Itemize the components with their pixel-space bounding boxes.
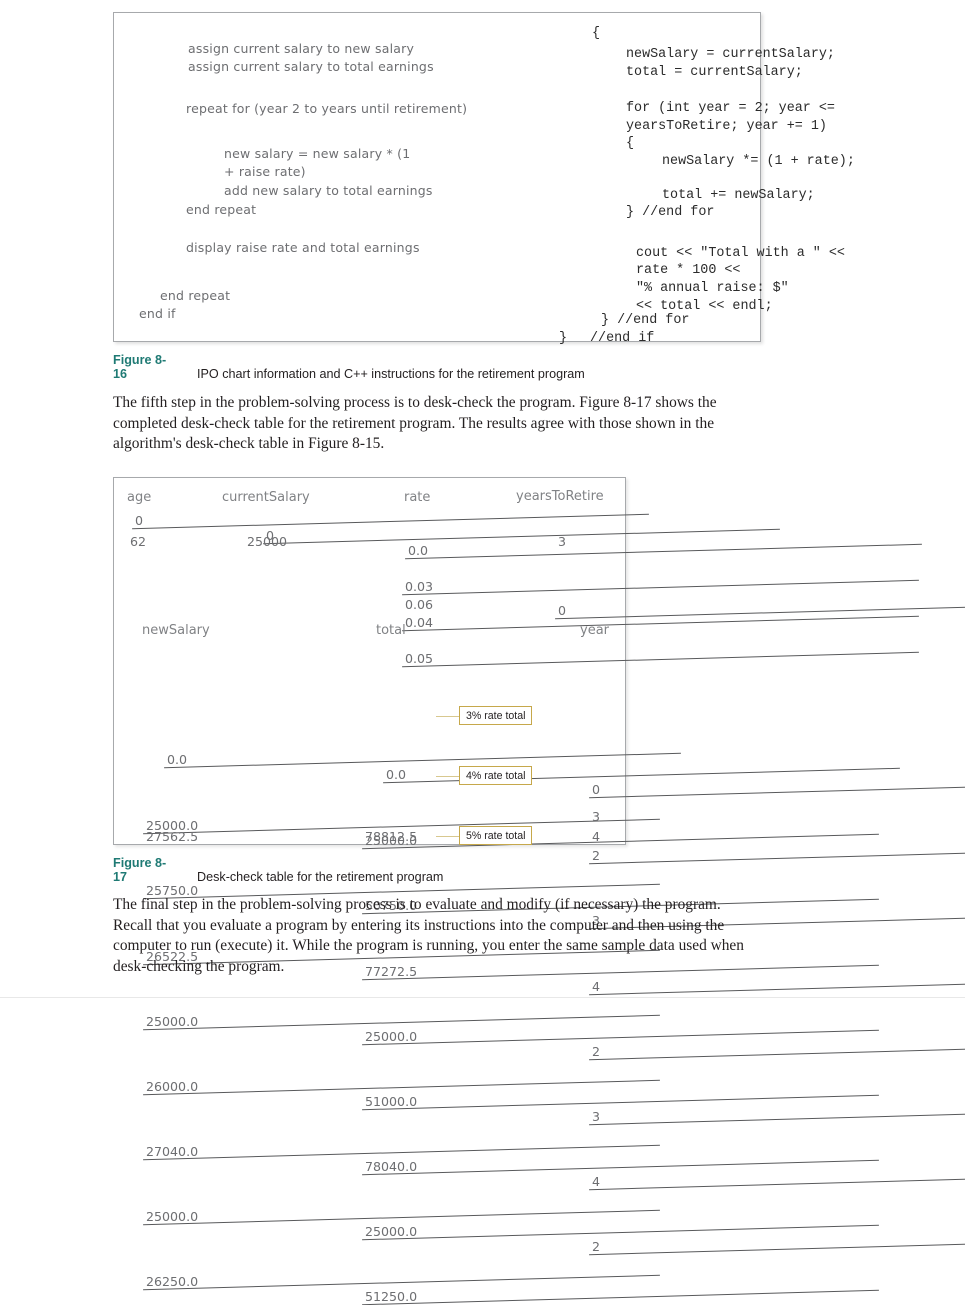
callout-leader-line xyxy=(436,716,459,717)
column-header-age: age xyxy=(127,490,152,505)
cell-newsalary: 27040.0 xyxy=(146,1144,657,1159)
pseudocode-line: end repeat xyxy=(186,202,257,217)
figure-8-17-caption: Figure 8-17 Desk-check table for the reti… xyxy=(113,856,443,884)
column-header-rate: rate xyxy=(404,490,431,505)
column-header-yearstoretire: yearsToRetire xyxy=(516,489,604,504)
pseudocode-line: new salary = new salary * (1 xyxy=(224,146,411,161)
cell-year: 2 xyxy=(592,1239,965,1254)
pseudocode-line: end if xyxy=(139,306,176,321)
cell-newsalary: 26000.0 xyxy=(146,1079,657,1094)
cell-year: 0 xyxy=(592,782,965,797)
cell-newsalary: 0.0 xyxy=(167,752,678,767)
code-line: newSalary *= (1 + rate); xyxy=(662,154,855,169)
code-line: total += newSalary; xyxy=(662,188,815,203)
figure-8-16-caption-text: IPO chart information and C++ instructio… xyxy=(197,367,585,381)
code-line: } //end for xyxy=(601,313,690,328)
figure-8-16-caption: Figure 8-16 IPO chart information and C++… xyxy=(113,353,585,381)
cell-year: 3 xyxy=(592,1109,965,1124)
code-line: cout << "Total with a " << xyxy=(636,246,845,261)
pseudocode-line: display raise rate and total earnings xyxy=(186,240,420,255)
figure-8-16-caption-label: Figure 8-16 xyxy=(113,353,167,381)
pseudocode-line: assign current salary to total earnings xyxy=(188,59,434,74)
cell-total: 51250.0 xyxy=(365,1289,876,1304)
figure-8-17-desk-check-table: age currentSalary rate yearsToRetire 0 6… xyxy=(113,477,626,1304)
code-line: } xyxy=(559,331,568,346)
cpp-code-column: { newSalary = currentSalary; total = cur… xyxy=(466,13,855,346)
code-line: { xyxy=(592,26,601,41)
cell-total: 25000.0 xyxy=(365,1224,876,1239)
cell-rate: 0.06 xyxy=(405,597,434,612)
cell-currentsalary: 0 xyxy=(266,528,777,543)
cell-year: 3 xyxy=(592,809,601,824)
cell-age: 0 xyxy=(135,513,646,528)
paragraph-evaluate-modify: The final step in the problem-solving pr… xyxy=(113,896,744,975)
pseudocode-line: assign current salary to new salary xyxy=(188,41,415,56)
pseudocode-line: add new salary to total earnings xyxy=(224,183,433,198)
cell-rate: 0.05 xyxy=(405,651,916,666)
pseudocode-line: repeat for (year 2 to years until retire… xyxy=(186,101,468,116)
cell-total: 25000.0 xyxy=(365,1029,876,1044)
cell-total: 78812.5 xyxy=(365,829,418,844)
code-line: for (int year = 2; year <= xyxy=(626,101,835,116)
cell-rate: 0.03 xyxy=(405,579,916,594)
cell-yearstoretire: 0 xyxy=(558,603,965,618)
column-header-currentsalary: currentSalary xyxy=(222,490,310,505)
pseudocode-line: + raise rate) xyxy=(224,164,306,179)
cell-yearstoretire: 3 xyxy=(558,534,567,549)
paragraph-desk-check-intro: The fifth step in the problem-solving pr… xyxy=(113,394,717,452)
column-header-total: total xyxy=(376,623,406,638)
pseudocode-column: assign current salary to new salary assi… xyxy=(114,13,468,341)
column-header-newsalary: newSalary xyxy=(142,623,210,638)
callout-5-percent-rate-total: 5% rate total xyxy=(459,826,533,845)
callout-leader-line xyxy=(436,776,459,777)
code-line: total = currentSalary; xyxy=(626,65,803,80)
figure-8-17-caption-text: Desk-check table for the retirement prog… xyxy=(197,870,444,884)
page-bottom-rule xyxy=(0,997,965,998)
cell-currentsalary: 25000 xyxy=(247,534,288,549)
code-line: { xyxy=(626,136,635,151)
code-line: rate * 100 << xyxy=(636,263,741,278)
callout-leader-line xyxy=(436,836,459,837)
cell-year: 2 xyxy=(592,1044,965,1059)
column-header-year: year xyxy=(580,623,610,638)
cell-newsalary: 27562.5 xyxy=(146,829,199,844)
code-line: //end if xyxy=(590,331,655,346)
cell-newsalary: 25000.0 xyxy=(146,1209,657,1224)
cell-total: 51000.0 xyxy=(365,1094,876,1109)
code-line: "% annual raise: $" xyxy=(636,281,789,296)
cell-newsalary: 25000.0 xyxy=(146,1014,657,1029)
cell-total: 78040.0 xyxy=(365,1159,876,1174)
figure-8-16-box: assign current salary to new salary assi… xyxy=(113,12,855,346)
cell-year: 4 xyxy=(592,1174,965,1189)
code-line: yearsToRetire; year += 1) xyxy=(626,119,827,134)
cell-rate: 0.0 xyxy=(408,543,919,558)
figure-8-17-caption-label: Figure 8-17 xyxy=(113,856,167,884)
cell-age: 62 xyxy=(130,534,147,549)
callout-3-percent-rate-total: 3% rate total xyxy=(459,706,533,725)
code-line: newSalary = currentSalary; xyxy=(626,47,835,62)
pseudocode-line: end repeat xyxy=(160,288,231,303)
cell-year: 4 xyxy=(592,829,601,844)
callout-4-percent-rate-total: 4% rate total xyxy=(459,766,533,785)
code-line: } //end for xyxy=(626,205,715,220)
cell-year: 4 xyxy=(592,979,965,994)
cell-newsalary: 26250.0 xyxy=(146,1274,657,1289)
textbook-page: assign current salary to new salary assi… xyxy=(0,0,965,1304)
cell-year: 2 xyxy=(592,848,965,863)
